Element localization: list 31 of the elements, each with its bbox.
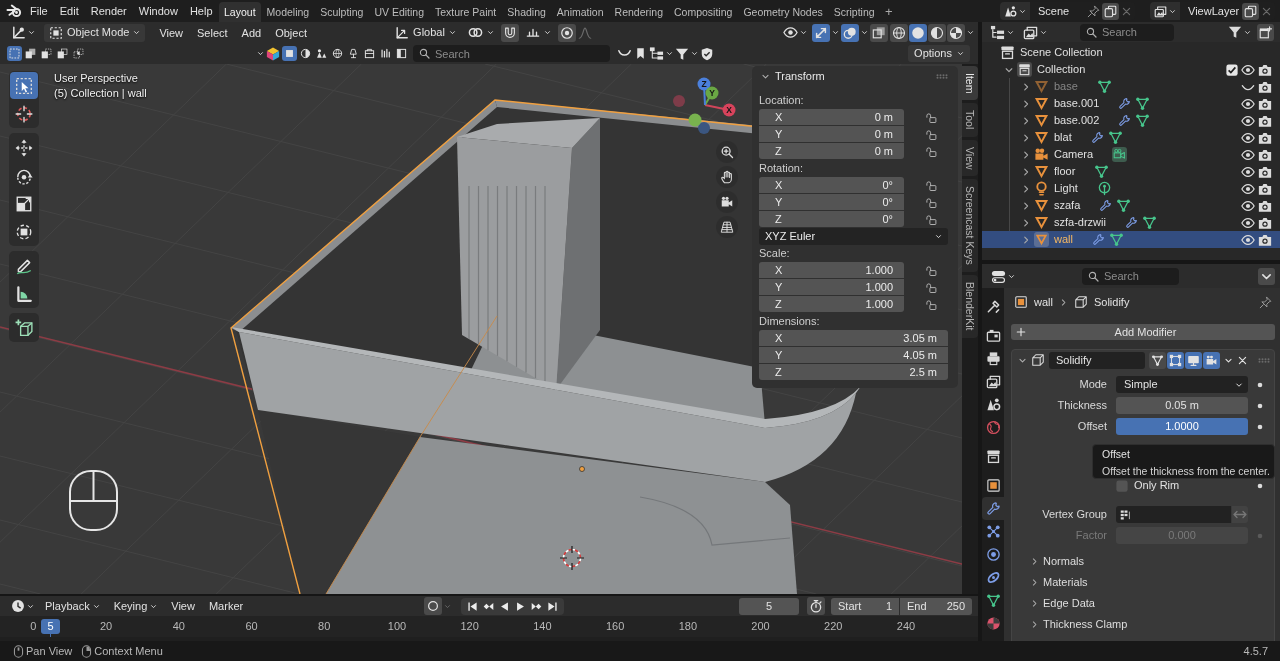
status-hint: Context Menu xyxy=(94,645,163,657)
frame-number: 120 xyxy=(460,621,479,632)
axis-label: Y xyxy=(709,88,715,99)
frame-number: 0 xyxy=(30,621,37,632)
frame-number: 100 xyxy=(387,621,407,632)
frame-number: 20 xyxy=(99,621,113,632)
tooltip-text: Offset the thickness from the center. xyxy=(1102,465,1270,476)
field-label: Location: xyxy=(759,93,804,108)
frame-number: 40 xyxy=(172,621,185,632)
frame-number: 180 xyxy=(678,621,697,632)
viewport-info-text: (5) Collection | wall xyxy=(54,86,147,101)
field-label: Mode xyxy=(1079,379,1107,390)
axis-label: X xyxy=(726,105,732,116)
frame-number: 60 xyxy=(245,621,258,632)
frame-number: 140 xyxy=(533,621,552,632)
axis-label: Z xyxy=(701,79,707,90)
tooltip-title: Offset xyxy=(1102,449,1130,460)
field-label: Rotation: xyxy=(759,161,804,176)
frame-number: 80 xyxy=(318,621,331,632)
frame-number: 220 xyxy=(824,621,843,632)
frame-number: 200 xyxy=(751,621,770,632)
field-label: Scale: xyxy=(759,246,790,261)
field-label: Vertex Group xyxy=(1042,509,1107,520)
frame-number: 160 xyxy=(605,621,625,632)
field-label: Factor xyxy=(1075,530,1107,541)
viewport-info-text: User Perspective xyxy=(54,71,138,86)
field-label: Thickness xyxy=(1057,400,1107,411)
field-label: Offset xyxy=(1077,421,1107,432)
status-hint: Pan View xyxy=(26,645,73,657)
version-label: 4.5.7 xyxy=(1243,645,1268,657)
field-label: Dimensions: xyxy=(759,314,820,329)
